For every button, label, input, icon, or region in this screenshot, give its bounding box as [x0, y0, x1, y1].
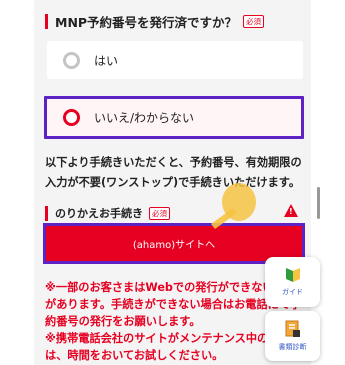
- info-text: 以下より手続きいただくと、予約番号、有効期限の入力が不要(ワンストップ)で手続き…: [45, 156, 302, 189]
- document-diagnosis-button[interactable]: 書類診断: [265, 311, 320, 361]
- guide-label: ガイド: [282, 288, 303, 296]
- scrollbar[interactable]: [317, 187, 320, 219]
- document-icon: [285, 320, 300, 337]
- switch-section-header: のりかえお手続き 必須: [45, 205, 170, 221]
- radio-no[interactable]: [63, 109, 80, 126]
- option-no-label: いいえ/わからない: [94, 111, 195, 125]
- radio-yes[interactable]: [63, 51, 80, 69]
- required-badge: 必須: [149, 206, 170, 220]
- option-no[interactable]: いいえ/わからない: [44, 96, 304, 139]
- ahamo-site-button-label: (ahamo)サイトへ: [132, 240, 216, 251]
- guide-flag-icon: [285, 268, 300, 282]
- section-marker: [45, 205, 48, 221]
- pointing-hand-icon: [211, 183, 256, 229]
- option-yes[interactable]: はい: [47, 41, 303, 79]
- ahamo-site-button[interactable]: (ahamo)サイトへ: [43, 223, 305, 264]
- required-badge: 必須: [243, 15, 265, 28]
- mnp-question-title: MNP予約番号を発行済ですか？: [55, 15, 238, 30]
- warning-icon: !: [284, 204, 298, 217]
- section-marker: [45, 14, 48, 29]
- diagnosis-label: 書類診断: [278, 343, 307, 351]
- switch-title: のりかえお手続き: [55, 207, 143, 220]
- mnp-section-header: MNP予約番号を発行済ですか？ 必須: [45, 12, 265, 31]
- option-yes-label: はい: [94, 53, 119, 68]
- guide-button[interactable]: ガイド: [265, 257, 320, 307]
